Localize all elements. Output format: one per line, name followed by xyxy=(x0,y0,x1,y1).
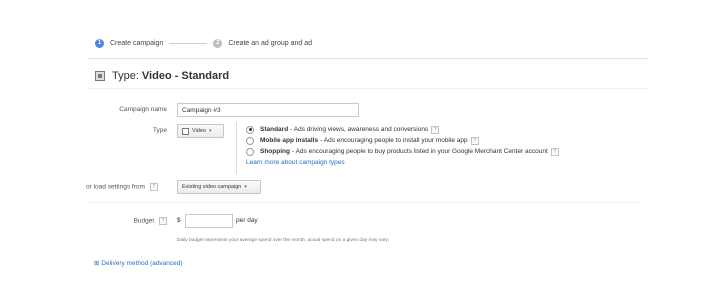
header-divider xyxy=(88,58,648,59)
currency-symbol: $ xyxy=(177,217,181,224)
help-icon[interactable]: ? xyxy=(470,136,479,145)
mobile-app-radio[interactable] xyxy=(246,136,254,145)
type-dropdown-label: Video xyxy=(192,128,206,134)
step-connector xyxy=(169,42,208,44)
video-icon xyxy=(182,127,189,135)
chevron-down-icon: ▾ xyxy=(244,184,247,190)
load-settings-label: or load settings from ? xyxy=(86,183,172,191)
mobile-app-title: Mobile app installs xyxy=(260,137,319,144)
campaign-name-value: Campaign #3 xyxy=(182,106,221,114)
budget-suffix: per day xyxy=(236,217,258,224)
shopping-radio[interactable] xyxy=(246,147,254,156)
standard-radio[interactable] xyxy=(246,125,254,134)
type-option-shopping[interactable]: Shopping - Ads encouraging people to buy… xyxy=(246,146,559,157)
type-option-standard[interactable]: Standard - Ads driving views, awareness … xyxy=(246,124,559,135)
type-option-mobile-app[interactable]: Mobile app installs - Ads encouraging pe… xyxy=(246,135,559,146)
step-2-indicator: 2 xyxy=(213,38,223,48)
budget-label-group: Budget ? xyxy=(95,217,167,225)
budget-label: Budget xyxy=(133,217,155,225)
chevron-down-icon: ▾ xyxy=(208,128,212,134)
type-options-divider xyxy=(236,122,237,174)
standard-title: Standard xyxy=(260,126,289,133)
section-divider xyxy=(88,88,648,89)
load-settings-text: or load settings from xyxy=(86,183,145,191)
settings-divider xyxy=(88,202,640,203)
collapse-icon[interactable] xyxy=(95,71,105,81)
section-title: Type: Video - Standard xyxy=(95,70,229,82)
help-icon[interactable]: ? xyxy=(149,183,158,191)
campaign-name-input[interactable]: Campaign #3 xyxy=(177,103,359,117)
step-2-label: Create an ad group and ad xyxy=(228,39,312,47)
shopping-desc: - Ads encouraging people to buy products… xyxy=(291,148,548,155)
section-title-value: Video - Standard xyxy=(141,70,230,82)
type-options: Standard - Ads driving views, awareness … xyxy=(246,124,559,168)
delivery-method-link[interactable]: ⊞ Delivery method (advanced) xyxy=(94,259,183,267)
step-1-indicator: 1 xyxy=(95,38,104,48)
campaign-stepper: 1 Create campaign 2 Create an ad group a… xyxy=(95,36,312,50)
budget-input[interactable] xyxy=(185,214,233,228)
load-settings-dropdown[interactable]: Existing video campaign ▾ xyxy=(177,180,261,194)
learn-more-link[interactable]: Learn more about campaign types xyxy=(246,157,559,168)
help-icon[interactable]: ? xyxy=(550,147,559,156)
help-icon[interactable]: ? xyxy=(159,217,167,225)
budget-note: Daily budget represents your average spe… xyxy=(177,238,389,243)
step-1-label: Create campaign xyxy=(110,39,164,47)
load-settings-button-label: Existing video campaign xyxy=(182,184,242,190)
delivery-method-label: Delivery method (advanced) xyxy=(101,260,183,267)
help-icon[interactable]: ? xyxy=(431,125,440,134)
campaign-name-label: Campaign name xyxy=(119,106,167,113)
expand-icon[interactable]: ⊞ xyxy=(94,260,99,267)
type-dropdown[interactable]: Video ▾ xyxy=(177,124,224,138)
shopping-title: Shopping xyxy=(260,148,290,155)
standard-desc: - Ads driving views, awareness and conve… xyxy=(290,126,429,133)
section-title-prefix: Type: xyxy=(112,70,139,82)
mobile-app-desc: - Ads encouraging people to install your… xyxy=(320,137,468,144)
type-label: Type xyxy=(152,127,167,134)
